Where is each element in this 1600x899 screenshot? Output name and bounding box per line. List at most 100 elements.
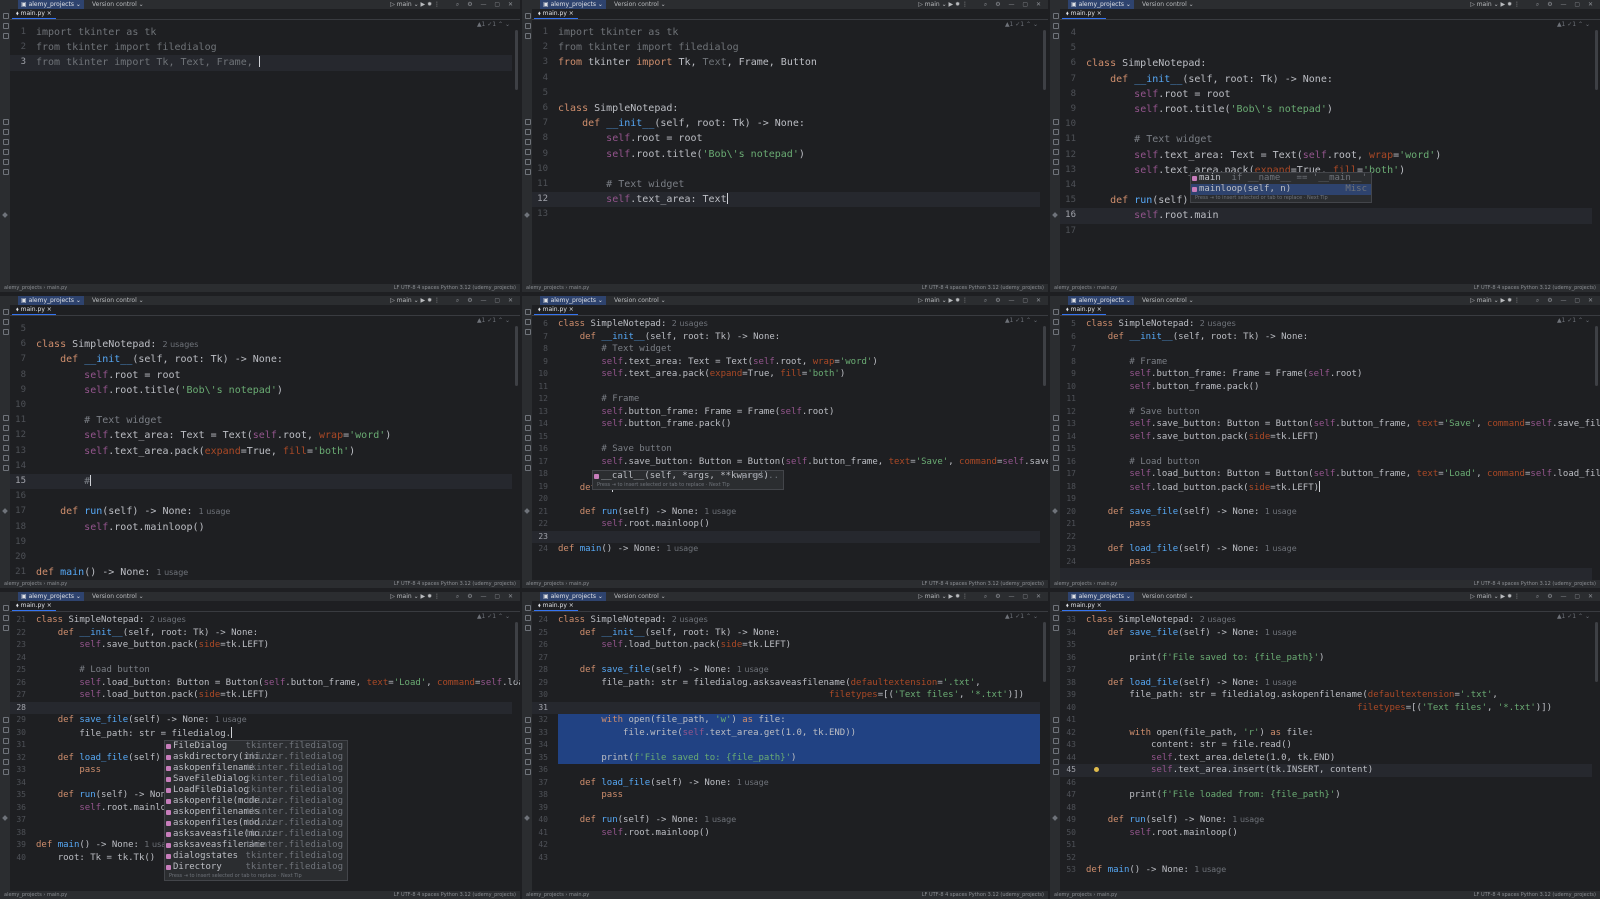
completion-item[interactable]: main if __name__ == '__main__' <box>1191 173 1371 184</box>
tool-window-icon[interactable] <box>525 615 531 621</box>
tool-window-icon[interactable] <box>1053 435 1059 441</box>
status-breadcrumb[interactable]: alemy_projects › main.py <box>4 891 67 899</box>
tool-window-icon[interactable] <box>525 139 531 145</box>
tool-window-icon[interactable] <box>525 748 531 755</box>
status-info[interactable]: LF UTF-8 4 spaces Python 3.12 (udemy_pro… <box>394 580 516 588</box>
completion-item[interactable]: askdirectory(ini... tkinter.filedialog <box>165 752 347 763</box>
window-controls-icon[interactable]: ⌕ ⚙ — ▢ ✕ <box>456 0 516 9</box>
completion-item[interactable]: asksaveasfile(mo... tkinter.filedialog <box>165 829 347 840</box>
code-editor[interactable]: class SimpleNotepad: def __init__(self, … <box>1086 20 1592 283</box>
project-selector[interactable]: ▣ alemy_projects ⌄ <box>540 0 606 9</box>
run-config-selector[interactable]: ▷ main ⌄ ▶ ✹ ⋮ <box>390 592 440 601</box>
tool-window-icon[interactable] <box>1053 769 1059 776</box>
tool-window-icon[interactable] <box>1053 445 1059 451</box>
completion-item[interactable]: askopenfiles(mod... tkinter.filedialog <box>165 818 347 829</box>
status-breadcrumb[interactable]: alemy_projects › main.py <box>1054 891 1117 899</box>
inspection-widget[interactable]: ▲1 ✓1 ⌃ ⌄ <box>477 613 510 620</box>
status-info[interactable]: LF UTF-8 4 spaces Python 3.12 (udemy_pro… <box>922 284 1044 292</box>
run-config-selector[interactable]: ▷ main ⌄ ▶ ✹ ⋮ <box>1470 296 1520 305</box>
project-selector[interactable]: ▣ alemy_projects ⌄ <box>18 592 84 601</box>
vertical-scrollbar[interactable] <box>515 326 518 386</box>
tool-window-icon[interactable] <box>525 445 531 451</box>
tool-window-icon[interactable] <box>3 727 9 734</box>
vcs-menu[interactable]: Version control ⌄ <box>92 0 144 9</box>
tool-window-icon[interactable] <box>1053 169 1059 175</box>
vcs-menu[interactable]: Version control ⌄ <box>1142 0 1194 9</box>
tool-window-icon[interactable] <box>3 319 9 325</box>
tool-window-icon[interactable] <box>525 319 531 325</box>
vcs-menu[interactable]: Version control ⌄ <box>92 592 144 601</box>
tool-window-icon[interactable] <box>3 309 9 315</box>
project-selector[interactable]: ▣ alemy_projects ⌄ <box>540 296 606 305</box>
tool-window-icon[interactable] <box>3 615 9 621</box>
run-config-selector[interactable]: ▷ main ⌄ ▶ ✹ ⋮ <box>1470 592 1520 601</box>
tab-main-py[interactable]: ⬧ main.py × <box>534 601 578 611</box>
completion-item[interactable]: mainloop(self, n) Misc <box>1191 184 1371 195</box>
tab-main-py[interactable]: ⬧ main.py × <box>12 601 56 611</box>
tool-window-icon[interactable] <box>3 33 9 39</box>
tool-window-icon[interactable] <box>1053 33 1059 39</box>
vertical-scrollbar[interactable] <box>1595 30 1598 90</box>
tool-window-icon[interactable] <box>525 435 531 441</box>
tool-window-icon[interactable] <box>525 425 531 431</box>
window-controls-icon[interactable]: ⌕ ⚙ — ▢ ✕ <box>1536 296 1596 305</box>
vcs-menu[interactable]: Version control ⌄ <box>1142 296 1194 305</box>
tool-window-icon[interactable] <box>3 13 9 19</box>
code-editor[interactable]: class SimpleNotepad: 2 usages def __init… <box>558 316 1048 579</box>
status-info[interactable]: LF UTF-8 4 spaces Python 3.12 (udemy_pro… <box>1474 891 1596 899</box>
run-config-selector[interactable]: ▷ main ⌄ ▶ ✹ ⋮ <box>390 0 440 9</box>
tool-window-icon[interactable] <box>525 465 531 471</box>
completion-item[interactable]: LoadFileDialog tkinter.filedialog <box>165 785 347 796</box>
vertical-scrollbar[interactable] <box>1595 326 1598 386</box>
tool-window-icon[interactable] <box>1053 319 1059 325</box>
completion-item[interactable]: askopenfile(mode... tkinter.filedialog <box>165 796 347 807</box>
vertical-scrollbar[interactable] <box>1043 30 1046 90</box>
status-breadcrumb[interactable]: alemy_projects › main.py <box>1054 284 1117 292</box>
status-breadcrumb[interactable]: alemy_projects › main.py <box>526 284 589 292</box>
tool-window-icon[interactable] <box>3 625 9 631</box>
tool-window-icon[interactable] <box>1053 605 1059 611</box>
tool-window-icon[interactable] <box>525 737 531 744</box>
completion-item[interactable]: __call__(self, *args, **kwargs) pred... <box>593 471 783 482</box>
completion-popup[interactable]: FileDialog tkinter.filedialog askdirectory… <box>164 740 348 881</box>
tool-window-icon[interactable] <box>525 309 531 315</box>
tool-window-icon[interactable] <box>1053 737 1059 744</box>
tool-window-icon[interactable] <box>1053 625 1059 631</box>
tool-window-icon[interactable] <box>1053 159 1059 165</box>
tool-window-icon[interactable] <box>525 13 531 19</box>
code-editor[interactable]: class SimpleNotepad: 2 usages def __init… <box>558 612 1040 890</box>
lightbulb-icon[interactable] <box>1094 767 1099 772</box>
tool-window-icon[interactable] <box>1053 425 1059 431</box>
tool-window-icon[interactable] <box>525 159 531 165</box>
tab-main-py[interactable]: ⬧ main.py × <box>1062 601 1106 611</box>
tool-window-icon[interactable] <box>1053 465 1059 471</box>
window-controls-icon[interactable]: ⌕ ⚙ — ▢ ✕ <box>1536 0 1596 9</box>
tool-window-icon[interactable] <box>525 455 531 461</box>
tab-main-py[interactable]: ⬧ main.py × <box>1062 305 1106 315</box>
tool-window-icon[interactable] <box>525 769 531 776</box>
completion-item[interactable]: SaveFileDialog tkinter.filedialog <box>165 774 347 785</box>
inspection-widget[interactable]: ▲1 ✓1 ⌃ ⌄ <box>1557 613 1590 620</box>
tool-window-icon[interactable] <box>1053 727 1059 734</box>
status-breadcrumb[interactable]: alemy_projects › main.py <box>526 891 589 899</box>
tab-main-py[interactable]: ⬧ main.py × <box>534 305 578 315</box>
tool-window-icon[interactable] <box>3 758 9 765</box>
tool-window-icon[interactable] <box>3 769 9 776</box>
window-controls-icon[interactable]: ⌕ ⚙ — ▢ ✕ <box>456 296 516 305</box>
vcs-menu[interactable]: Version control ⌄ <box>1142 592 1194 601</box>
tool-window-icon[interactable] <box>525 129 531 135</box>
tab-main-py[interactable]: ⬧ main.py × <box>534 9 578 19</box>
vertical-scrollbar[interactable] <box>515 622 518 682</box>
tool-window-icon[interactable] <box>3 119 9 125</box>
inspection-widget[interactable]: ▲1 ✓1 ⌃ ⌄ <box>1005 613 1038 620</box>
tool-window-icon[interactable] <box>525 415 531 421</box>
tool-window-icon[interactable] <box>1053 415 1059 421</box>
tool-window-icon[interactable] <box>525 727 531 734</box>
completion-item[interactable]: asksaveasfilename tkinter.filedialog <box>165 840 347 851</box>
project-selector[interactable]: ▣ alemy_projects ⌄ <box>1068 0 1134 9</box>
tool-window-icon[interactable] <box>3 329 9 335</box>
tool-window-icon[interactable] <box>1053 23 1059 29</box>
tab-main-py[interactable]: ⬧ main.py × <box>1062 9 1106 19</box>
vertical-scrollbar[interactable] <box>1043 622 1046 682</box>
tool-window-icon[interactable] <box>1053 615 1059 621</box>
